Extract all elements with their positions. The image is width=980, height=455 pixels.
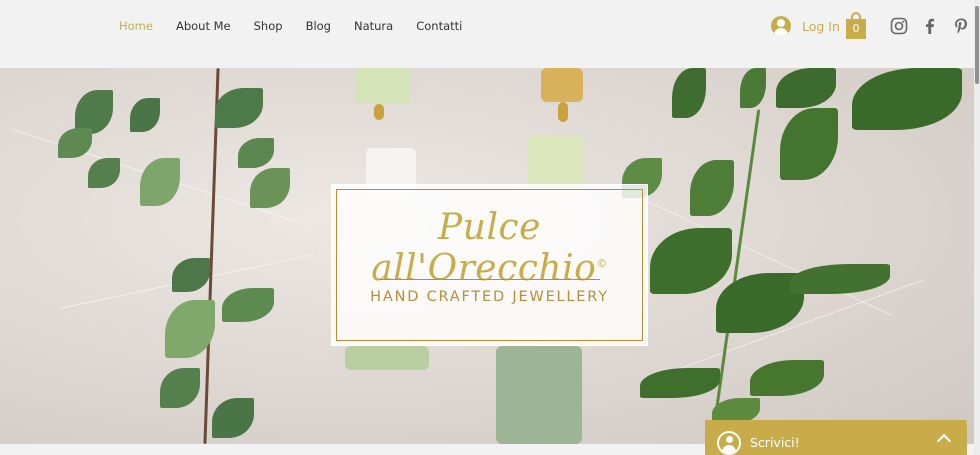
- brand-card: Pulce all'Orecchio© HAND CRAFTED JEWELLE…: [331, 184, 648, 346]
- leaf: [212, 398, 254, 438]
- site-header: Home About Me Shop Blog Natura Contatti …: [0, 0, 980, 68]
- nav-item-natura[interactable]: Natura: [354, 18, 393, 34]
- leaf: [88, 158, 120, 188]
- leaf: [672, 68, 706, 118]
- login-label: Log In: [802, 18, 840, 34]
- leaf: [640, 368, 720, 398]
- brand-trademark: ©: [596, 257, 608, 270]
- leaf: [690, 160, 734, 216]
- pinterest-icon[interactable]: [952, 17, 970, 35]
- brand-divider: [379, 279, 600, 280]
- leaf: [780, 108, 838, 180]
- leaf: [250, 168, 290, 208]
- leaf: [776, 68, 836, 108]
- leaf: [238, 138, 274, 168]
- cart-count: 0: [846, 19, 866, 39]
- gold-ring: [374, 104, 384, 120]
- leaf: [852, 68, 962, 130]
- nav-item-home[interactable]: Home: [119, 18, 153, 34]
- leaf: [790, 264, 890, 294]
- chat-avatar-icon: [717, 431, 741, 455]
- chat-widget[interactable]: Scrivici!: [705, 420, 967, 455]
- cart-button[interactable]: 0: [845, 12, 867, 39]
- gemstone: [345, 346, 429, 370]
- login-button[interactable]: Log In: [771, 16, 840, 36]
- main-nav: Home About Me Shop Blog Natura Contatti: [119, 18, 485, 34]
- nav-item-about-me[interactable]: About Me: [176, 18, 231, 34]
- gold-bar: [541, 68, 583, 102]
- instagram-icon[interactable]: [890, 17, 908, 35]
- scrollbar-thumb[interactable]: [975, 6, 979, 84]
- leaf: [222, 288, 274, 322]
- nav-item-blog[interactable]: Blog: [306, 18, 331, 34]
- brand-logo: Pulce all'Orecchio©: [332, 207, 647, 289]
- gold-ring: [558, 102, 568, 122]
- leaf: [750, 360, 824, 396]
- user-avatar-icon: [771, 16, 791, 36]
- leaf: [740, 68, 766, 108]
- gemstone: [496, 346, 582, 444]
- leaf: [130, 98, 160, 132]
- nav-item-shop[interactable]: Shop: [254, 18, 283, 34]
- leaf: [650, 228, 732, 294]
- chevron-up-icon[interactable]: [936, 433, 952, 449]
- leaf: [215, 88, 263, 128]
- leaf: [160, 368, 200, 408]
- facebook-icon[interactable]: [921, 17, 939, 35]
- gemstone: [356, 68, 410, 104]
- brand-name: Pulce all'Orecchio: [371, 207, 597, 289]
- leaf: [140, 158, 180, 206]
- brand-tagline: HAND CRAFTED JEWELLERY: [370, 289, 609, 305]
- chat-label: Scrivici!: [750, 435, 800, 450]
- page-scrollbar[interactable]: [974, 0, 980, 455]
- nav-item-contatti[interactable]: Contatti: [416, 18, 462, 34]
- leaf: [172, 258, 210, 292]
